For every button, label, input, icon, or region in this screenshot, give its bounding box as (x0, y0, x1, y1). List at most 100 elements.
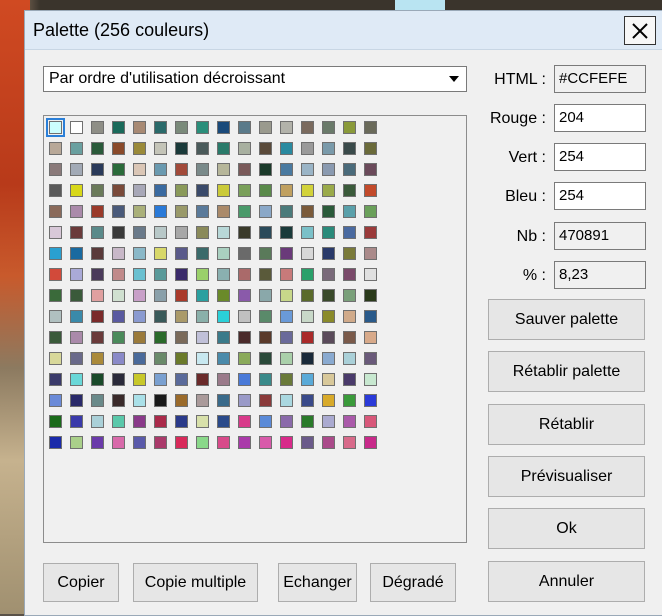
palette-swatch[interactable] (175, 142, 188, 155)
palette-swatch[interactable] (259, 289, 272, 302)
palette-swatch[interactable] (46, 118, 65, 137)
palette-swatch[interactable] (364, 415, 377, 428)
palette-swatch[interactable] (343, 352, 356, 365)
palette-swatch[interactable] (49, 184, 62, 197)
palette-swatch[interactable] (196, 373, 209, 386)
palette-swatch[interactable] (259, 226, 272, 239)
palette-swatch[interactable] (91, 268, 104, 281)
palette-swatch[interactable] (154, 205, 167, 218)
palette-swatch[interactable] (217, 394, 230, 407)
palette-swatch[interactable] (175, 163, 188, 176)
copy-multiple-button[interactable]: Copie multiple (133, 563, 258, 602)
palette-swatch[interactable] (280, 415, 293, 428)
palette-swatch[interactable] (175, 268, 188, 281)
palette-swatch[interactable] (217, 142, 230, 155)
palette-swatch[interactable] (175, 205, 188, 218)
palette-swatch[interactable] (238, 373, 251, 386)
palette-swatch[interactable] (133, 163, 146, 176)
palette-swatch[interactable] (49, 226, 62, 239)
palette-swatch[interactable] (301, 268, 314, 281)
palette-swatch[interactable] (259, 310, 272, 323)
palette-swatch[interactable] (49, 331, 62, 344)
palette-swatch[interactable] (154, 352, 167, 365)
palette-swatch[interactable] (364, 205, 377, 218)
palette-swatch[interactable] (154, 373, 167, 386)
palette-swatch[interactable] (301, 331, 314, 344)
palette-swatch[interactable] (91, 310, 104, 323)
palette-swatch[interactable] (280, 394, 293, 407)
palette-swatch[interactable] (133, 394, 146, 407)
palette-swatch[interactable] (364, 373, 377, 386)
palette-swatch[interactable] (322, 331, 335, 344)
palette-swatch[interactable] (217, 163, 230, 176)
palette-swatch[interactable] (259, 436, 272, 449)
palette-swatch[interactable] (238, 436, 251, 449)
gradient-button[interactable]: Dégradé (370, 563, 456, 602)
palette-swatch[interactable] (91, 226, 104, 239)
palette-swatch[interactable] (217, 310, 230, 323)
palette-swatch[interactable] (112, 436, 125, 449)
palette-swatch[interactable] (322, 436, 335, 449)
palette-swatch[interactable] (112, 331, 125, 344)
palette-swatch[interactable] (301, 163, 314, 176)
palette-swatch[interactable] (322, 247, 335, 260)
palette-swatch[interactable] (196, 247, 209, 260)
palette-swatch[interactable] (133, 289, 146, 302)
palette-swatch[interactable] (322, 184, 335, 197)
palette-swatch[interactable] (175, 247, 188, 260)
palette-swatch[interactable] (91, 142, 104, 155)
chevron-down-icon[interactable] (442, 67, 466, 91)
palette-swatch[interactable] (70, 247, 83, 260)
palette-swatch[interactable] (301, 289, 314, 302)
palette-swatch[interactable] (301, 436, 314, 449)
palette-swatch[interactable] (196, 352, 209, 365)
palette-swatch[interactable] (238, 268, 251, 281)
palette-swatch[interactable] (70, 121, 83, 134)
palette-grid[interactable] (43, 115, 467, 543)
palette-swatch[interactable] (154, 226, 167, 239)
palette-swatch[interactable] (301, 184, 314, 197)
palette-swatch[interactable] (280, 142, 293, 155)
palette-swatch[interactable] (364, 289, 377, 302)
palette-swatch[interactable] (238, 415, 251, 428)
palette-swatch[interactable] (301, 415, 314, 428)
palette-swatch[interactable] (322, 268, 335, 281)
swap-button[interactable]: Echanger (278, 563, 357, 602)
palette-swatch[interactable] (343, 310, 356, 323)
palette-swatch[interactable] (175, 331, 188, 344)
palette-swatch[interactable] (133, 268, 146, 281)
palette-swatch[interactable] (217, 226, 230, 239)
palette-swatch[interactable] (196, 310, 209, 323)
palette-swatch[interactable] (238, 142, 251, 155)
palette-swatch[interactable] (259, 394, 272, 407)
palette-swatch[interactable] (49, 373, 62, 386)
palette-swatch[interactable] (217, 121, 230, 134)
palette-swatch[interactable] (133, 415, 146, 428)
palette-swatch[interactable] (112, 205, 125, 218)
palette-swatch[interactable] (301, 121, 314, 134)
copy-button[interactable]: Copier (43, 563, 119, 602)
palette-swatch[interactable] (133, 226, 146, 239)
preview-button[interactable]: Prévisualiser (488, 456, 645, 497)
palette-swatch[interactable] (322, 121, 335, 134)
palette-swatch[interactable] (196, 436, 209, 449)
palette-swatch[interactable] (70, 289, 83, 302)
palette-swatch[interactable] (70, 142, 83, 155)
palette-swatch[interactable] (112, 163, 125, 176)
close-button[interactable] (624, 16, 656, 45)
palette-swatch[interactable] (196, 394, 209, 407)
palette-swatch[interactable] (343, 394, 356, 407)
palette-swatch[interactable] (280, 226, 293, 239)
palette-swatch[interactable] (343, 436, 356, 449)
palette-swatch[interactable] (112, 373, 125, 386)
palette-swatch[interactable] (154, 142, 167, 155)
palette-swatch[interactable] (322, 310, 335, 323)
palette-swatch[interactable] (238, 184, 251, 197)
palette-swatch[interactable] (112, 226, 125, 239)
palette-swatch[interactable] (364, 226, 377, 239)
palette-swatch[interactable] (280, 247, 293, 260)
palette-swatch[interactable] (154, 436, 167, 449)
palette-swatch[interactable] (154, 163, 167, 176)
bleu-field[interactable]: 254 (554, 182, 646, 210)
palette-swatch[interactable] (70, 184, 83, 197)
